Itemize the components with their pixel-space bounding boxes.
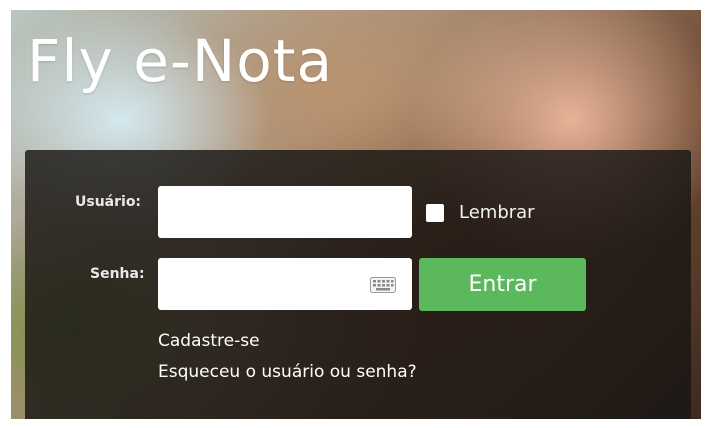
submit-button[interactable]: Entrar <box>419 258 586 311</box>
login-screen: Fly e-Nota Usuário: Lembrar Senha: Entra… <box>11 10 701 419</box>
checkbox-box[interactable] <box>426 203 444 222</box>
forgot-credentials-link[interactable]: Esqueceu o usuário ou senha? <box>158 362 417 382</box>
remember-label: Lembrar <box>459 202 535 223</box>
remember-checkbox[interactable]: Lembrar <box>426 202 535 223</box>
keyboard-icon[interactable] <box>370 277 396 293</box>
register-link[interactable]: Cadastre-se <box>158 331 260 351</box>
username-label: Usuário: <box>75 194 142 210</box>
password-label: Senha: <box>90 266 145 282</box>
username-input[interactable] <box>158 186 412 238</box>
app-title: Fly e-Nota <box>27 27 334 95</box>
login-panel: Usuário: Lembrar Senha: Entrar Cadastre-… <box>25 150 691 419</box>
